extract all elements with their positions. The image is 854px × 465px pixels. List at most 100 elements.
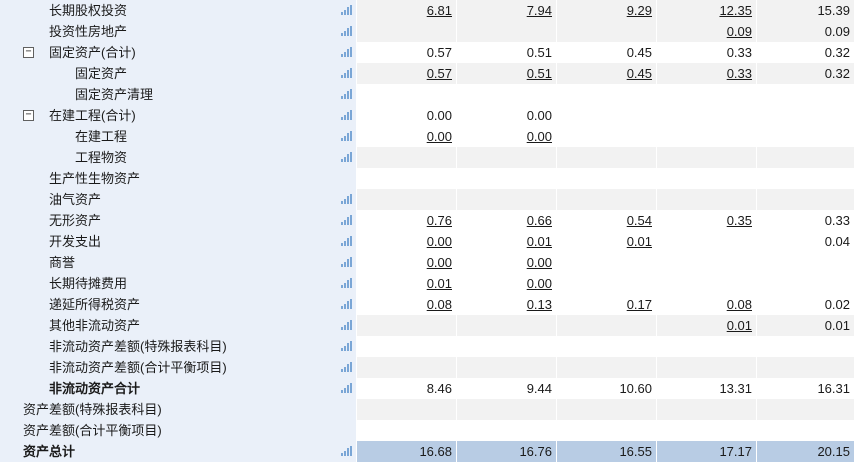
row-label-cell: 资产总计: [0, 441, 356, 462]
row-label: 非流动资产合计: [49, 381, 141, 396]
table-row: − 固定资产(合计) 0.57 0.51 0.45 0.33 0.32: [0, 42, 854, 63]
value-link[interactable]: 0.01: [427, 276, 452, 291]
value-text: 8.46: [426, 381, 452, 396]
value-cell: [657, 189, 756, 210]
value-link[interactable]: 0.13: [527, 297, 552, 312]
row-label: 生产性生物资产: [49, 171, 141, 186]
value-cell: 0.01: [357, 273, 456, 294]
value-link[interactable]: 0.08: [727, 297, 752, 312]
value-link[interactable]: 0.17: [627, 297, 652, 312]
table-row: 资产差额(特殊报表科目): [0, 399, 854, 420]
value-link[interactable]: 0.08: [427, 297, 452, 312]
value-link[interactable]: 0.00: [527, 276, 552, 291]
value-link[interactable]: 0.51: [527, 66, 552, 81]
value-cell: [557, 357, 656, 378]
value-cell: [757, 105, 854, 126]
value-link[interactable]: 12.35: [719, 3, 752, 18]
value-link[interactable]: 0.00: [427, 255, 452, 270]
bar-chart-icon[interactable]: [341, 152, 352, 162]
value-cell: 0.51: [457, 63, 556, 84]
bar-chart-icon[interactable]: [341, 320, 352, 330]
collapse-toggle-icon[interactable]: −: [23, 110, 34, 121]
value-cell: 0.45: [557, 42, 656, 63]
bar-chart-icon[interactable]: [341, 26, 352, 36]
value-cell: 0.45: [557, 63, 656, 84]
value-link[interactable]: 0.66: [527, 213, 552, 228]
value-link[interactable]: 0.57: [427, 66, 452, 81]
bar-chart-icon[interactable]: [341, 68, 352, 78]
value-text: 0.33: [726, 45, 752, 60]
table-row: 非流动资产合计 8.46 9.44 10.60 13.31 16.31: [0, 378, 854, 399]
row-label-cell: 油气资产: [0, 189, 356, 210]
value-cell: 7.94: [457, 0, 556, 21]
bar-chart-icon[interactable]: [341, 278, 352, 288]
value-link[interactable]: 0.35: [727, 213, 752, 228]
value-text: 0.51: [526, 45, 552, 60]
value-text: 16.31: [817, 381, 850, 396]
bar-chart-icon[interactable]: [341, 257, 352, 267]
value-link[interactable]: 0.76: [427, 213, 452, 228]
value-link[interactable]: 0.00: [527, 129, 552, 144]
bar-chart-icon[interactable]: [341, 110, 352, 120]
row-label: 投资性房地产: [49, 24, 128, 39]
row-label-cell: 长期股权投资: [0, 0, 356, 21]
value-cell: [757, 168, 854, 189]
value-link[interactable]: 0.33: [727, 66, 752, 81]
row-label-cell: 资产差额(特殊报表科目): [0, 399, 356, 420]
value-link[interactable]: 0.01: [727, 318, 752, 333]
value-cell: [457, 21, 556, 42]
bar-chart-icon[interactable]: [341, 362, 352, 372]
value-text: 0.32: [824, 66, 850, 81]
value-link[interactable]: 0.01: [627, 234, 652, 249]
table-row: 资产差额(合计平衡项目): [0, 420, 854, 441]
value-cell: [357, 420, 456, 441]
value-link[interactable]: 0.09: [727, 24, 752, 39]
value-link[interactable]: 0.00: [527, 255, 552, 270]
bar-chart-icon[interactable]: [341, 236, 352, 246]
table-row: 其他非流动资产 0.01 0.01: [0, 315, 854, 336]
bar-chart-icon[interactable]: [341, 383, 352, 393]
value-link[interactable]: 7.94: [527, 3, 552, 18]
collapse-toggle-icon[interactable]: −: [23, 47, 34, 58]
value-cell: [657, 231, 756, 252]
value-link[interactable]: 0.54: [627, 213, 652, 228]
bar-chart-icon[interactable]: [341, 89, 352, 99]
value-cell: [757, 189, 854, 210]
value-text: 0.33: [824, 213, 850, 228]
bar-chart-icon[interactable]: [341, 341, 352, 351]
value-cell: [357, 357, 456, 378]
row-label-cell: 固定资产: [0, 63, 356, 84]
bar-chart-icon[interactable]: [341, 299, 352, 309]
value-cell: [357, 147, 456, 168]
value-link[interactable]: 6.81: [427, 3, 452, 18]
bar-chart-icon[interactable]: [341, 446, 352, 456]
value-cell: 0.04: [757, 231, 854, 252]
value-link[interactable]: 9.29: [627, 3, 652, 18]
value-cell: [357, 189, 456, 210]
value-text: 9.44: [526, 381, 552, 396]
value-text: 0.00: [526, 108, 552, 123]
value-cell: [557, 84, 656, 105]
row-label-cell: 生产性生物资产: [0, 168, 356, 189]
value-link[interactable]: 0.45: [627, 66, 652, 81]
value-cell: 0.00: [357, 126, 456, 147]
value-cell: [657, 168, 756, 189]
bar-chart-icon[interactable]: [341, 131, 352, 141]
value-cell: 0.09: [757, 21, 854, 42]
row-label: 在建工程: [75, 129, 128, 144]
value-text: 16.68: [419, 444, 452, 459]
bar-chart-icon[interactable]: [341, 194, 352, 204]
row-label: 无形资产: [49, 213, 102, 228]
bar-chart-icon[interactable]: [341, 47, 352, 57]
value-cell: [457, 168, 556, 189]
bar-chart-icon[interactable]: [341, 5, 352, 15]
value-link[interactable]: 0.00: [427, 129, 452, 144]
value-cell: 0.01: [657, 315, 756, 336]
value-cell: 17.17: [657, 441, 756, 462]
value-text: 0.32: [824, 45, 850, 60]
value-cell: 9.29: [557, 0, 656, 21]
value-link[interactable]: 0.01: [527, 234, 552, 249]
bar-chart-icon[interactable]: [341, 215, 352, 225]
value-link[interactable]: 0.00: [427, 234, 452, 249]
value-cell: 0.00: [457, 273, 556, 294]
